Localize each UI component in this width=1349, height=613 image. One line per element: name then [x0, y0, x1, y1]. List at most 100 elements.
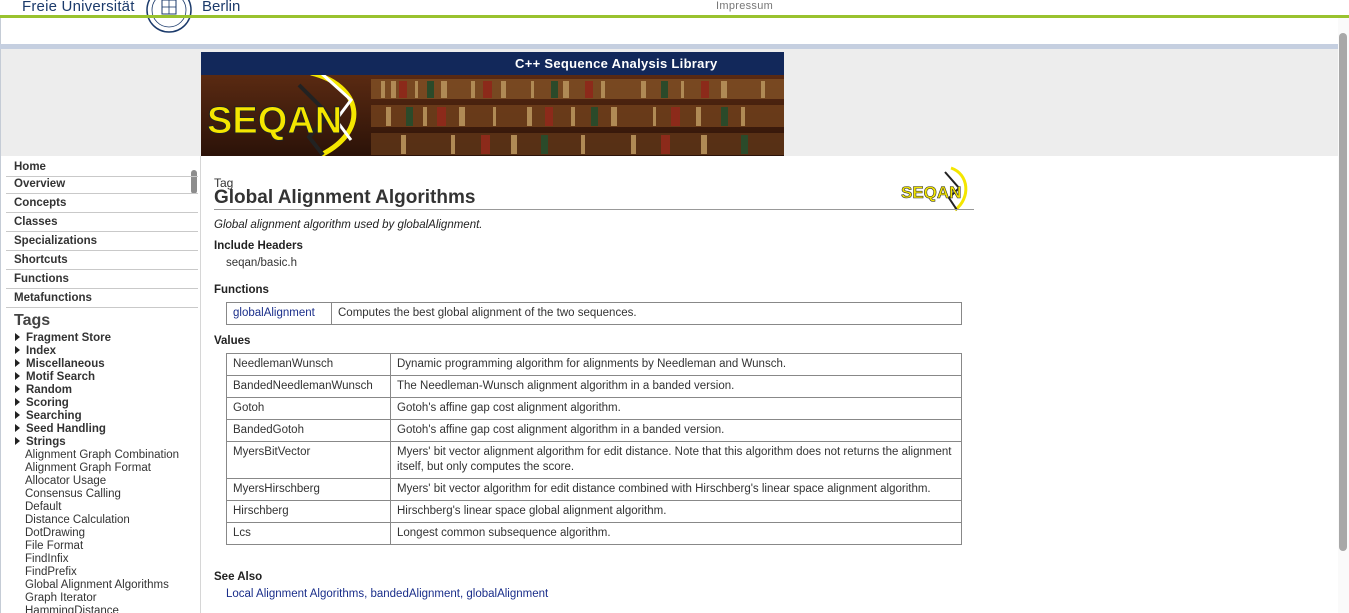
include-file: seqan/basic.h: [226, 257, 297, 269]
nav-item-classes[interactable]: Classes: [6, 213, 198, 232]
tag-link[interactable]: Distance Calculation: [25, 514, 130, 527]
tag-category-motif-search[interactable]: Motif Search: [15, 371, 95, 384]
nav-item-concepts[interactable]: Concepts: [6, 194, 198, 213]
seqan-logo-icon: SEQAN: [901, 166, 968, 212]
values-heading: Values: [214, 335, 251, 347]
tag-category-label[interactable]: Index: [26, 345, 56, 357]
expand-triangle-icon[interactable]: [15, 346, 20, 354]
see-also-heading: See Also: [214, 571, 263, 583]
tag-category-label[interactable]: Strings: [26, 436, 66, 448]
value-desc-cell: Gotoh's affine gap cost alignment algori…: [390, 397, 962, 420]
nav-item-shortcuts[interactable]: Shortcuts: [6, 251, 198, 270]
table-row: Gotoh Gotoh's affine gap cost alignment a…: [226, 397, 962, 420]
tag-category-seed-handling[interactable]: Seed Handling: [15, 423, 106, 436]
tag-category-index[interactable]: Index: [15, 345, 56, 358]
expand-triangle-icon[interactable]: [15, 398, 20, 406]
nav-item-overview[interactable]: Overview: [6, 175, 198, 194]
value-desc-cell: Dynamic programming algorithm for alignm…: [390, 353, 962, 376]
tag-link[interactable]: DotDrawing: [25, 527, 85, 540]
functions-heading: Functions: [214, 284, 269, 296]
tag-link[interactable]: Allocator Usage: [25, 475, 106, 488]
expand-triangle-icon[interactable]: [15, 333, 20, 341]
values-table: NeedlemanWunsch Dynamic programming algor…: [226, 353, 962, 545]
impressum-link[interactable]: Impressum: [716, 0, 773, 12]
tag-category-label[interactable]: Seed Handling: [26, 423, 106, 435]
value-desc-cell: The Needleman-Wunsch alignment algorithm…: [390, 375, 962, 398]
expand-triangle-icon[interactable]: [15, 359, 20, 367]
nav-item-functions[interactable]: Functions: [6, 270, 198, 289]
expand-triangle-icon[interactable]: [15, 437, 20, 445]
tag-category-label[interactable]: Searching: [26, 410, 82, 422]
functions-table: globalAlignment Computes the best global…: [226, 302, 962, 325]
tag-link[interactable]: Alignment Graph Format: [25, 462, 151, 475]
expand-triangle-icon[interactable]: [15, 424, 20, 432]
value-name-cell: MyersHirschberg: [226, 478, 391, 501]
svg-text:SEQAN: SEQAN: [207, 100, 342, 142]
tag-link[interactable]: FindPrefix: [25, 566, 77, 579]
tag-category-label[interactable]: Miscellaneous: [26, 358, 105, 370]
table-row: MyersHirschberg Myers' bit vector algorit…: [226, 478, 962, 501]
tag-link[interactable]: Graph Iterator: [25, 592, 97, 605]
table-row: MyersBitVector Myers' bit vector alignmen…: [226, 441, 962, 479]
see-also-link-global-alignment[interactable]: globalAlignment: [466, 588, 548, 600]
green-divider: [0, 15, 1349, 18]
svg-text:SEQAN: SEQAN: [901, 183, 961, 202]
expand-triangle-icon[interactable]: [15, 385, 20, 393]
tag-category-label[interactable]: Motif Search: [26, 371, 95, 383]
university-seal-icon[interactable]: [138, 0, 200, 38]
table-row: Lcs Longest common subsequence algorithm.: [226, 522, 962, 545]
table-row: Hirschberg Hirschberg's linear space glob…: [226, 500, 962, 523]
function-link[interactable]: globalAlignment: [233, 307, 315, 319]
tag-category-searching[interactable]: Searching: [15, 410, 82, 423]
tag-category-fragment-store[interactable]: Fragment Store: [15, 332, 111, 345]
page-scrollbar-thumb[interactable]: [1339, 33, 1347, 551]
main-content: Tag Global Alignment Algorithms SEQAN Gl…: [201, 156, 1338, 613]
university-name[interactable]: Freie Universität: [22, 0, 135, 15]
value-name-cell: Hirschberg: [226, 500, 391, 523]
value-name-cell: BandedNeedlemanWunsch: [226, 375, 391, 398]
tag-category-random[interactable]: Random: [15, 384, 72, 397]
library-banner-image: SEQAN: [201, 75, 784, 156]
value-name-cell: Lcs: [226, 522, 391, 545]
value-desc-cell: Gotoh's affine gap cost alignment algori…: [390, 419, 962, 442]
table-row: globalAlignment Computes the best global…: [226, 302, 962, 325]
tag-category-strings[interactable]: Strings: [15, 436, 66, 449]
see-also-links: Local Alignment Algorithms, bandedAlignm…: [226, 588, 548, 600]
value-desc-cell: Hirschberg's linear space global alignme…: [390, 500, 962, 523]
tag-link[interactable]: Default: [25, 501, 61, 514]
tag-category-scoring[interactable]: Scoring: [15, 397, 69, 410]
table-row: NeedlemanWunsch Dynamic programming algor…: [226, 353, 962, 376]
function-name-cell: globalAlignment: [226, 302, 332, 325]
tag-link[interactable]: FindInfix: [25, 553, 68, 566]
tag-link[interactable]: Alignment Graph Combination: [25, 449, 179, 462]
seqan-banner: C++ Sequence Analysis Library SEQAN: [201, 52, 784, 156]
nav-item-metafunctions[interactable]: Metafunctions: [6, 289, 198, 308]
page-description: Global alignment algorithm used by globa…: [214, 219, 483, 231]
expand-triangle-icon[interactable]: [15, 372, 20, 380]
value-name-cell: BandedGotoh: [226, 419, 391, 442]
expand-triangle-icon[interactable]: [15, 411, 20, 419]
tag-link-current[interactable]: Global Alignment Algorithms: [25, 579, 169, 592]
function-desc-cell: Computes the best global alignment of th…: [331, 302, 962, 325]
nav-item-specializations[interactable]: Specializations: [6, 232, 198, 251]
see-also-link-banded-alignment[interactable]: bandedAlignment: [370, 588, 460, 600]
table-row: BandedNeedlemanWunsch The Needleman-Wunsc…: [226, 375, 962, 398]
value-desc-cell: Longest common subsequence algorithm.: [390, 522, 962, 545]
tag-link[interactable]: Consensus Calling: [25, 488, 121, 501]
tag-link[interactable]: HammingDistance: [25, 605, 119, 613]
table-row: BandedGotoh Gotoh's affine gap cost align…: [226, 419, 962, 442]
tags-heading: Tags: [14, 312, 51, 329]
page-title: Global Alignment Algorithms: [214, 187, 476, 208]
university-name-berlin[interactable]: Berlin: [202, 0, 240, 15]
tag-category-label[interactable]: Fragment Store: [26, 332, 111, 344]
tag-category-label[interactable]: Scoring: [26, 397, 69, 409]
tag-link[interactable]: File Format: [25, 540, 83, 553]
top-header: Freie Universität Berlin Impressum: [0, 0, 1349, 48]
value-name-cell: MyersBitVector: [226, 441, 391, 479]
title-rule: [214, 209, 974, 210]
tag-category-label[interactable]: Random: [26, 384, 72, 396]
tag-category-miscellaneous[interactable]: Miscellaneous: [15, 358, 105, 371]
see-also-link-local-alignment[interactable]: Local Alignment Algorithms: [226, 588, 364, 600]
value-desc-cell: Myers' bit vector algorithm for edit dis…: [390, 478, 962, 501]
value-desc-cell: Myers' bit vector alignment algorithm fo…: [390, 441, 962, 479]
